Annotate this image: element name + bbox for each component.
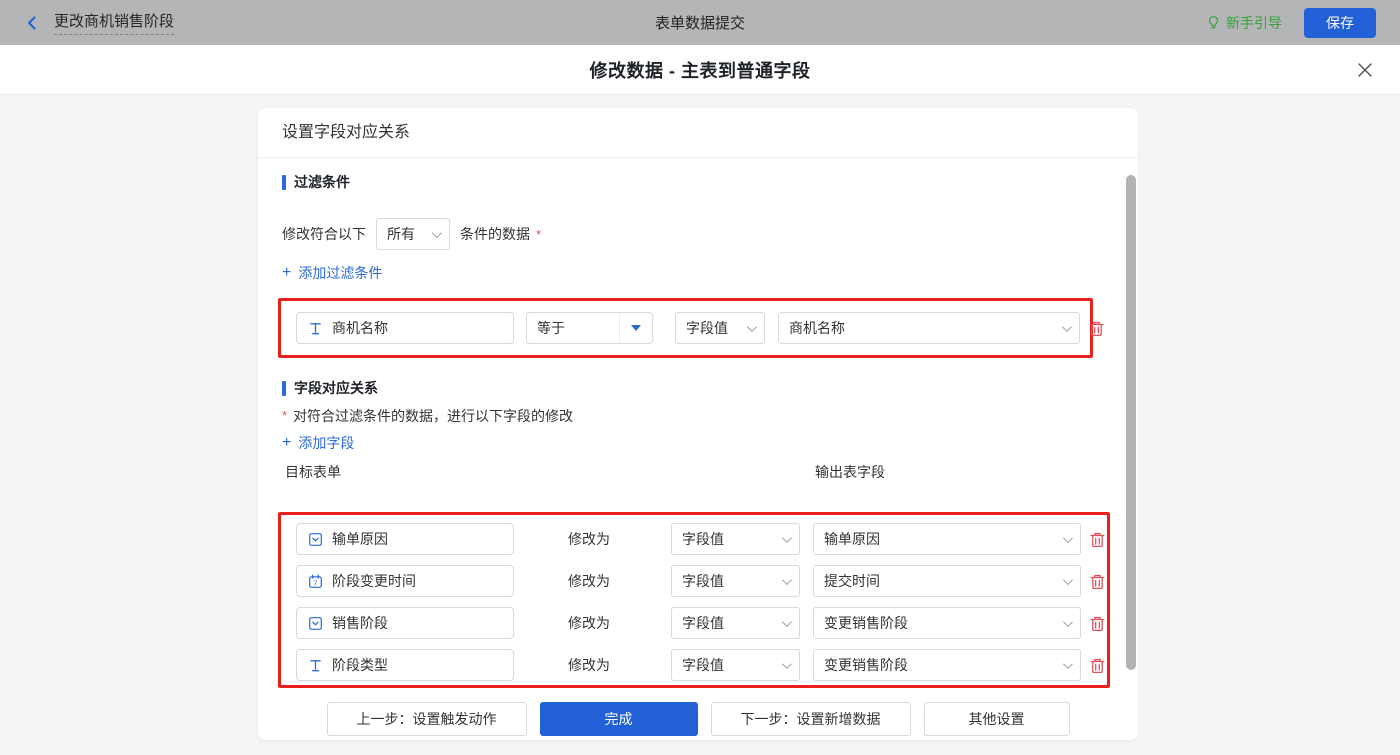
date-field-icon: 7 bbox=[307, 573, 323, 589]
target-field-input[interactable]: 阶段类型 bbox=[296, 649, 514, 681]
chevron-down-icon bbox=[782, 575, 792, 585]
section-accent-bar bbox=[282, 175, 286, 190]
triangle-down-icon bbox=[631, 325, 641, 331]
mapping-column-headers: 目标表单 输出表字段 bbox=[282, 462, 1114, 482]
guide-button[interactable]: 新手引导 bbox=[1205, 13, 1282, 33]
next-step-button[interactable]: 下一步：设置新增数据 bbox=[711, 702, 911, 736]
close-icon bbox=[1357, 62, 1373, 78]
chevron-down-icon bbox=[1063, 533, 1073, 543]
chevron-down-icon bbox=[1062, 322, 1072, 332]
delete-row-button[interactable] bbox=[1087, 571, 1107, 591]
back-label[interactable]: 更改商机销售阶段 bbox=[54, 10, 174, 35]
guide-label: 新手引导 bbox=[1226, 13, 1282, 33]
value-select[interactable]: 商机名称 bbox=[778, 312, 1080, 344]
match-scope-select[interactable]: 所有 bbox=[376, 218, 450, 250]
required-asterisk: * bbox=[282, 406, 287, 423]
filter-annotation-box: 商机名称 等于 字段值 商机名称 bbox=[278, 298, 1093, 358]
required-asterisk: * bbox=[536, 227, 541, 242]
modify-label: 修改为 bbox=[568, 529, 610, 549]
card-header-title: 设置字段对应关系 bbox=[258, 108, 1138, 158]
save-button[interactable]: 保存 bbox=[1304, 8, 1376, 38]
mapping-section-title: 字段对应关系 bbox=[282, 378, 1114, 398]
value-type-select[interactable]: 字段值 bbox=[671, 523, 800, 555]
done-button[interactable]: 完成 bbox=[540, 702, 698, 736]
value-type-select[interactable]: 字段值 bbox=[671, 565, 800, 597]
select-field-icon bbox=[307, 531, 323, 547]
filter-field-input[interactable]: 商机名称 bbox=[296, 312, 514, 344]
page-title: 表单数据提交 bbox=[354, 12, 1046, 33]
trash-icon bbox=[1089, 615, 1106, 632]
settings-card: 设置字段对应关系 过滤条件 修改符合以下 所有 条件的数据 * + 添 bbox=[258, 108, 1138, 740]
mapping-annotation-box: 输单原因 修改为 字段值 输单原因 bbox=[278, 512, 1110, 688]
chevron-down-icon bbox=[1063, 575, 1073, 585]
content-background: 设置字段对应关系 过滤条件 修改符合以下 所有 条件的数据 * + 添 bbox=[0, 95, 1400, 755]
value-type-select[interactable]: 字段值 bbox=[671, 607, 800, 639]
text-field-icon bbox=[307, 320, 323, 336]
delete-condition-button[interactable] bbox=[1086, 318, 1106, 338]
mapping-row: 销售阶段 修改为 字段值 变更销售阶段 bbox=[281, 607, 1107, 639]
mapping-row: 输单原因 修改为 字段值 输单原因 bbox=[281, 523, 1107, 555]
output-field-select[interactable]: 变更销售阶段 bbox=[813, 649, 1081, 681]
chevron-down-icon bbox=[782, 659, 792, 669]
match-suffix-label: 条件的数据 bbox=[460, 224, 530, 244]
modify-label: 修改为 bbox=[568, 571, 610, 591]
target-field-input[interactable]: 输单原因 bbox=[296, 523, 514, 555]
chevron-down-icon bbox=[1063, 659, 1073, 669]
prev-step-button[interactable]: 上一步：设置触发动作 bbox=[327, 702, 527, 736]
scrollbar-thumb[interactable] bbox=[1126, 175, 1136, 670]
modify-label: 修改为 bbox=[568, 655, 610, 675]
add-field-link[interactable]: + 添加字段 bbox=[282, 434, 354, 452]
svg-text:7: 7 bbox=[313, 580, 317, 587]
filter-section-title: 过滤条件 bbox=[282, 172, 1114, 192]
operator-select[interactable]: 等于 bbox=[526, 312, 653, 344]
select-field-icon bbox=[307, 615, 323, 631]
modify-label: 修改为 bbox=[568, 613, 610, 633]
mapping-row: 阶段类型 修改为 字段值 变更销售阶段 bbox=[281, 649, 1107, 681]
value-type-select[interactable]: 字段值 bbox=[675, 312, 765, 344]
column-header-output: 输出表字段 bbox=[815, 462, 885, 482]
card-footer: 上一步：设置触发动作 完成 下一步：设置新增数据 其他设置 bbox=[282, 702, 1114, 736]
back-chevron-icon bbox=[24, 15, 40, 31]
modal-header: 修改数据 - 主表到普通字段 bbox=[0, 45, 1400, 95]
text-field-icon bbox=[307, 657, 323, 673]
trash-icon bbox=[1089, 657, 1106, 674]
target-field-input[interactable]: 7 阶段变更时间 bbox=[296, 565, 514, 597]
match-prefix-label: 修改符合以下 bbox=[282, 224, 366, 244]
lightbulb-icon bbox=[1205, 15, 1221, 31]
match-condition-row: 修改符合以下 所有 条件的数据 * bbox=[282, 218, 1114, 250]
value-type-select[interactable]: 字段值 bbox=[671, 649, 800, 681]
chevron-down-icon bbox=[747, 322, 757, 332]
back-button[interactable] bbox=[24, 15, 40, 31]
output-field-select[interactable]: 提交时间 bbox=[813, 565, 1081, 597]
output-field-select[interactable]: 输单原因 bbox=[813, 523, 1081, 555]
trash-icon bbox=[1089, 531, 1106, 548]
modal-title: 修改数据 - 主表到普通字段 bbox=[590, 57, 811, 83]
trash-icon bbox=[1088, 320, 1105, 337]
section-accent-bar bbox=[282, 381, 286, 396]
card-body: 过滤条件 修改符合以下 所有 条件的数据 * + 添加过滤条件 bbox=[258, 158, 1138, 736]
mapping-description: * 对符合过滤条件的数据，进行以下字段的修改 bbox=[282, 406, 1114, 426]
delete-row-button[interactable] bbox=[1087, 529, 1107, 549]
plus-icon: + bbox=[282, 436, 291, 450]
plus-icon: + bbox=[282, 266, 291, 280]
output-field-select[interactable]: 变更销售阶段 bbox=[813, 607, 1081, 639]
chevron-down-icon bbox=[1063, 617, 1073, 627]
other-settings-button[interactable]: 其他设置 bbox=[924, 702, 1070, 736]
delete-row-button[interactable] bbox=[1087, 613, 1107, 633]
column-header-target: 目标表单 bbox=[285, 462, 341, 482]
chevron-down-icon bbox=[782, 533, 792, 543]
chevron-down-icon bbox=[782, 617, 792, 627]
mapping-row: 7 阶段变更时间 修改为 字段值 提交时间 bbox=[281, 565, 1107, 597]
trash-icon bbox=[1089, 573, 1106, 590]
operator-caret bbox=[619, 313, 652, 343]
add-filter-link[interactable]: + 添加过滤条件 bbox=[282, 264, 382, 282]
close-button[interactable] bbox=[1356, 61, 1374, 79]
chevron-down-icon bbox=[432, 228, 442, 238]
topbar: 更改商机销售阶段 表单数据提交 新手引导 保存 bbox=[0, 0, 1400, 45]
target-field-input[interactable]: 销售阶段 bbox=[296, 607, 514, 639]
delete-row-button[interactable] bbox=[1087, 655, 1107, 675]
